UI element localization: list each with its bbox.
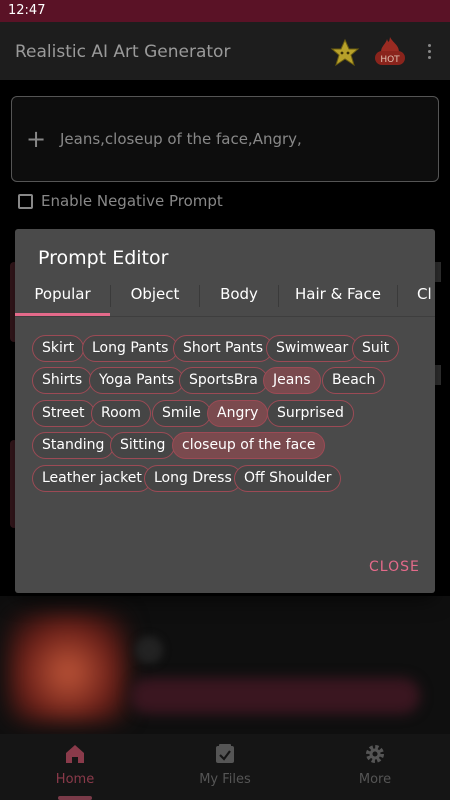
chip-standing[interactable]: Standing (32, 432, 115, 459)
chip-short-pants[interactable]: Short Pants (173, 335, 274, 362)
prompt-input[interactable]: + Jeans,closeup of the face,Angry, (11, 96, 439, 182)
background-card-edge (435, 365, 441, 385)
chip-suit[interactable]: Suit (352, 335, 400, 362)
background-thumbnail (8, 612, 128, 722)
files-icon (213, 742, 237, 766)
close-button[interactable]: CLOSE (369, 559, 420, 575)
home-icon (63, 742, 87, 766)
add-icon[interactable]: + (26, 125, 46, 153)
chip-sportsbra[interactable]: SportsBra (179, 367, 268, 394)
nav-label-my-files: My Files (199, 772, 251, 787)
status-bar: 12:47 (0, 0, 450, 22)
chip-skirt[interactable]: Skirt (32, 335, 85, 362)
prompt-text: Jeans,closeup of the face,Angry, (60, 130, 302, 148)
status-time: 12:47 (8, 3, 46, 18)
chip-room[interactable]: Room (91, 400, 151, 427)
chip-shirts[interactable]: Shirts (32, 367, 93, 394)
chip-street[interactable]: Street (32, 400, 95, 427)
background-button (130, 678, 420, 714)
chip-smile[interactable]: Smile (152, 400, 211, 427)
nav-item-more[interactable]: More (300, 734, 450, 800)
background-blurred-content (0, 596, 450, 734)
app-title: Realistic AI Art Generator (15, 42, 231, 62)
chip-off-shoulder[interactable]: Off Shoulder (234, 465, 342, 492)
negative-prompt-checkbox[interactable] (18, 194, 33, 209)
nav-label-more: More (358, 772, 392, 787)
nav-item-my-files[interactable]: My Files (150, 734, 300, 800)
chip-beach[interactable]: Beach (322, 367, 386, 394)
chip-angry[interactable]: Angry (207, 400, 269, 427)
background-card-edge (435, 262, 441, 282)
hot-badge-text: HOT (380, 55, 400, 65)
chip-jeans[interactable]: Jeans (263, 367, 321, 394)
chip-yoga-pants[interactable]: Yoga Pants (89, 367, 185, 394)
chip-leather-jacket[interactable]: Leather jacket (32, 465, 152, 492)
more-menu-icon[interactable] (424, 44, 434, 64)
nav-item-home[interactable]: Home (0, 734, 150, 800)
prompt-editor-dialog: Prompt Editor Popular Object Body Hair &… (15, 229, 435, 593)
chip-closeup-of-the-face[interactable]: closeup of the face (172, 432, 326, 459)
gear-icon (363, 742, 387, 766)
chip-sitting[interactable]: Sitting (110, 432, 176, 459)
hot-icon[interactable]: HOT (373, 36, 407, 68)
star-icon[interactable] (330, 38, 360, 68)
nav-active-indicator (58, 796, 92, 800)
chip-long-pants[interactable]: Long Pants (82, 335, 179, 362)
chip-surprised[interactable]: Surprised (267, 400, 354, 427)
chip-group: Skirt Long Pants Short Pants Swimwear Su… (15, 229, 435, 593)
nav-label-home: Home (55, 772, 95, 787)
chip-long-dress[interactable]: Long Dress (144, 465, 242, 492)
background-avatar (135, 636, 163, 664)
negative-prompt-label: Enable Negative Prompt (41, 192, 223, 210)
bottom-navigation: Home My Files More (0, 734, 450, 800)
chip-swimwear[interactable]: Swimwear (266, 335, 359, 362)
